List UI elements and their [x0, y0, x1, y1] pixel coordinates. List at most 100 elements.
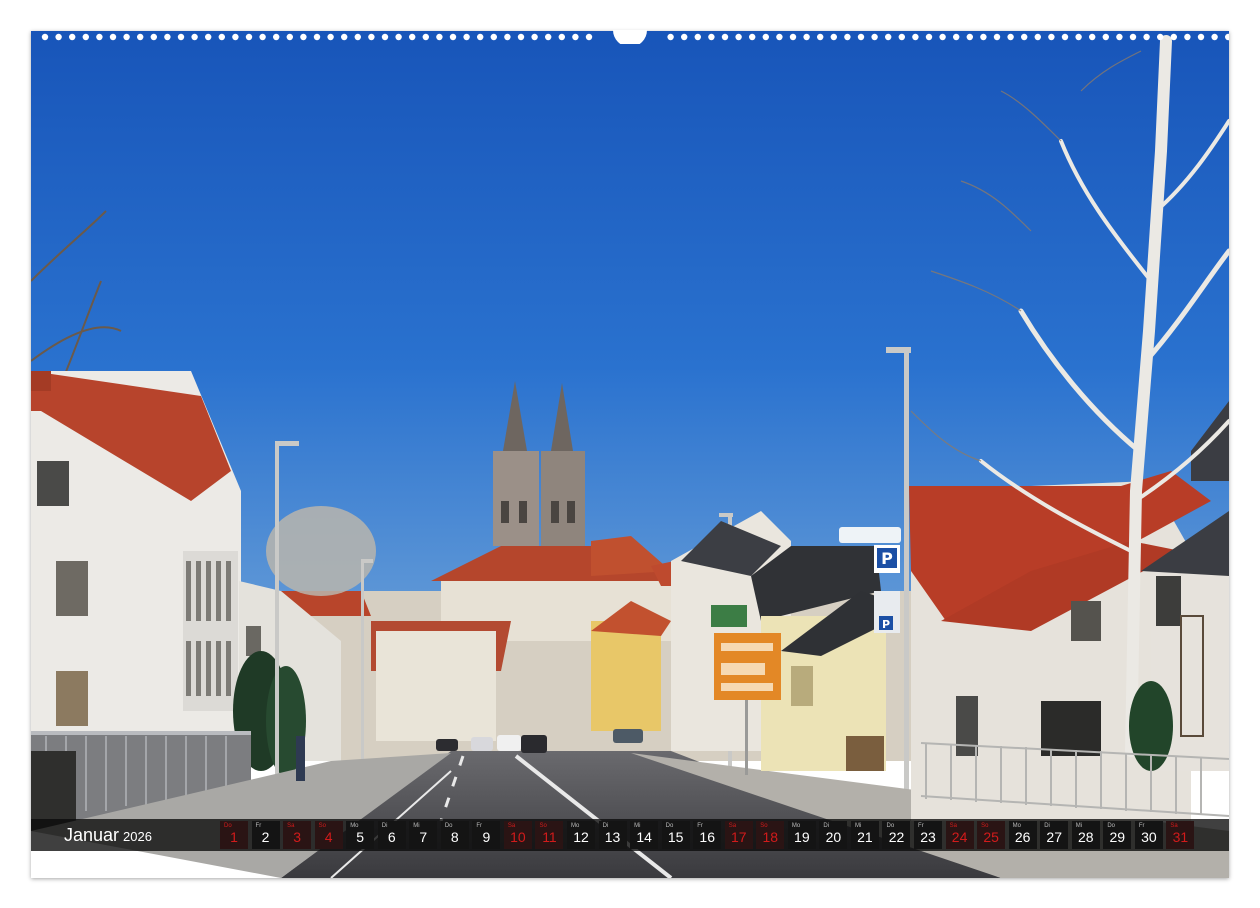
- binding-hole: [69, 33, 76, 41]
- binding-hole: [1102, 33, 1110, 41]
- binding-hole: [735, 33, 742, 41]
- day-cell: Do 22: [882, 821, 911, 849]
- binding-hole: [286, 33, 293, 41]
- day-cell: Do 29: [1103, 821, 1132, 849]
- binding-hole: [245, 33, 253, 41]
- binding-hole: [749, 33, 756, 41]
- day-number: 11: [542, 829, 557, 845]
- binding-hole: [422, 33, 429, 41]
- day-cell: Di 20: [819, 821, 848, 849]
- binding-hole: [585, 33, 593, 41]
- day-cell: So 11: [535, 821, 564, 849]
- binding-hole: [966, 33, 973, 41]
- day-cell: Mo 12: [567, 821, 596, 849]
- binding-hole: [681, 33, 688, 41]
- day-number: 29: [1109, 829, 1126, 845]
- binding-hole: [830, 33, 837, 41]
- pedestrian: [296, 736, 305, 781]
- day-number: 8: [450, 829, 459, 845]
- binding-hole: [1061, 33, 1069, 41]
- binding-hole: [667, 33, 674, 41]
- day-number: 17: [730, 829, 747, 845]
- month-label: Januar 2026: [64, 825, 152, 846]
- binding-hole: [490, 33, 497, 41]
- binding-hole: [409, 33, 416, 41]
- day-number: 12: [573, 829, 589, 845]
- binding-hole: [463, 33, 470, 41]
- day-number: 1: [230, 829, 238, 845]
- binding-hole: [381, 33, 389, 41]
- day-cell: Mo 5: [346, 821, 375, 849]
- binding-hole: [844, 33, 851, 41]
- day-number: 31: [1172, 829, 1189, 845]
- day-number: 24: [951, 829, 968, 845]
- binding-hole: [1170, 33, 1178, 41]
- binding-hole: [694, 33, 701, 41]
- day-number: 9: [482, 829, 491, 845]
- day-number: 27: [1046, 829, 1062, 845]
- day-number: 26: [1014, 829, 1031, 845]
- day-cell: Fr 2: [251, 821, 280, 849]
- binding-hole: [1211, 33, 1218, 41]
- day-number: 5: [356, 829, 365, 845]
- parking-sign: P: [881, 549, 893, 568]
- binding-hole: [259, 33, 266, 41]
- day-number: 14: [636, 829, 652, 845]
- day-cell: Sa 24: [945, 821, 974, 849]
- day-number: 15: [667, 829, 684, 845]
- binding-hole: [857, 33, 865, 41]
- binding-hole: [1197, 33, 1205, 41]
- calendar-photo: P P: [31, 31, 1229, 878]
- day-number: 7: [419, 829, 428, 845]
- binding-hole: [395, 33, 402, 41]
- binding-hole: [1116, 33, 1123, 41]
- day-cell: Fr 16: [693, 821, 722, 849]
- day-number: 6: [387, 829, 396, 845]
- binding-hole: [1021, 33, 1028, 41]
- binding-hole: [1225, 33, 1229, 41]
- binding-hole: [803, 33, 810, 41]
- binding-hole: [300, 33, 307, 41]
- binding-hole: [572, 33, 579, 41]
- binding-hole: [517, 33, 525, 41]
- binding-hole: [1007, 33, 1014, 41]
- day-cell: Sa 17: [724, 821, 753, 849]
- weekday-label: Fr: [476, 823, 483, 829]
- binding-hole: [232, 33, 239, 41]
- calendar-strip: Januar 2026 Do 1 Fr 2 Sa 3 So 4 Mo 5 Di 6 Mi 7 Do 8 Fr 9 Sa…: [31, 819, 1229, 851]
- binding-hole: [41, 33, 49, 41]
- binding-hole: [1157, 33, 1164, 41]
- binding-hole: [871, 33, 878, 41]
- binding-hole: [925, 33, 933, 41]
- parking-sign-small: P: [882, 618, 890, 631]
- day-cell: Di 6: [377, 821, 406, 849]
- binding-hole: [205, 33, 212, 41]
- binding-hole: [273, 33, 280, 41]
- day-row: Do 1 Fr 2 Sa 3 So 4 Mo 5 Di 6 Mi 7 Do 8 Fr 9 Sa 10 So 11 Mo 12 D…: [220, 821, 1198, 849]
- day-cell: So 25: [977, 821, 1006, 849]
- binding-hole: [558, 33, 565, 41]
- binding-hole: [531, 33, 538, 41]
- binding-hole: [1184, 33, 1191, 41]
- day-number: 4: [324, 829, 333, 845]
- binding-hole: [721, 33, 729, 41]
- binding-hole: [953, 33, 960, 41]
- binding-hole: [912, 33, 919, 41]
- binding-hole: [191, 33, 198, 41]
- binding-hole: [137, 33, 144, 41]
- binding-hole: [477, 33, 484, 41]
- binding-hole: [545, 33, 552, 41]
- day-cell: Mi 28: [1071, 821, 1100, 849]
- day-cell: Mi 21: [850, 821, 879, 849]
- day-number: 19: [794, 829, 810, 845]
- day-cell: Fr 30: [1134, 821, 1163, 849]
- binding-hole: [817, 33, 824, 41]
- day-number: 10: [510, 829, 526, 845]
- binding-hole: [980, 33, 987, 41]
- binding-hole: [1143, 33, 1150, 41]
- day-cell: Sa 31: [1166, 821, 1195, 849]
- day-number: 16: [699, 829, 715, 845]
- day-number: 28: [1077, 829, 1094, 845]
- day-cell: Do 15: [661, 821, 690, 849]
- binding-hole: [449, 33, 457, 41]
